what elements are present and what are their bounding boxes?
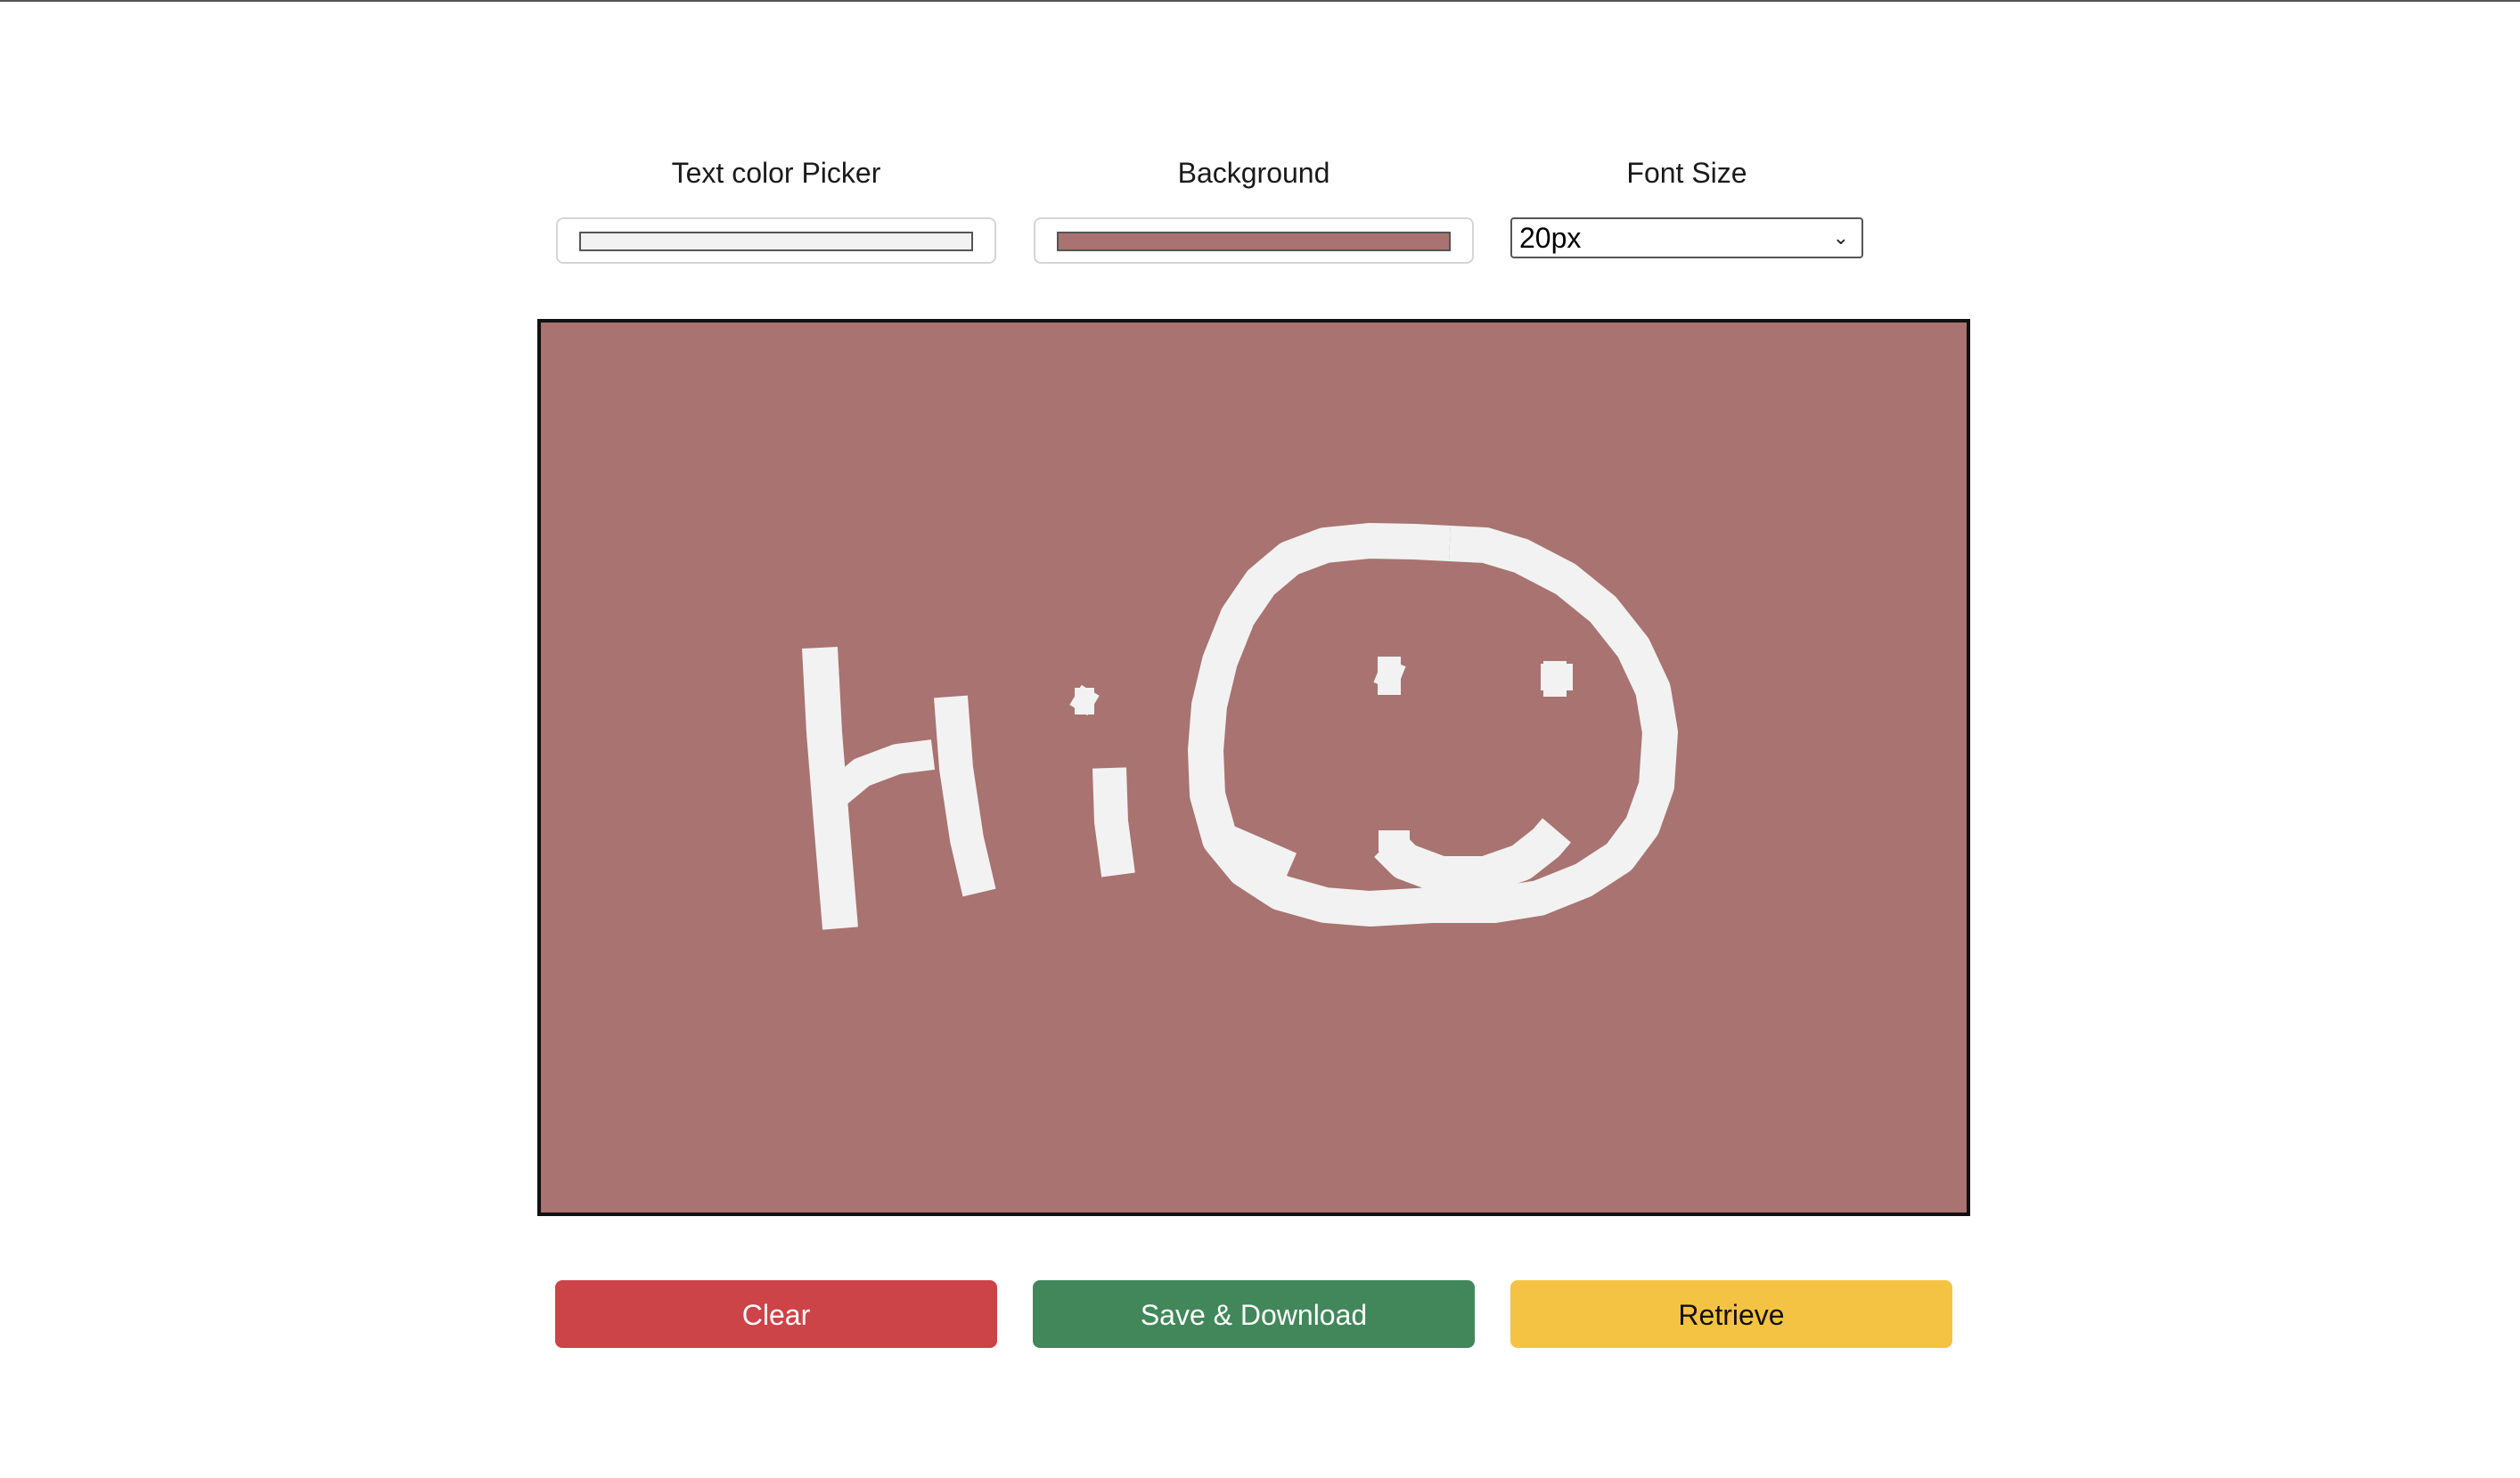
canvas-background [541,323,1967,1213]
save-download-button[interactable]: Save & Download [1033,1280,1475,1348]
text-color-swatch [579,232,973,251]
font-size-selected-value: 20px [1519,222,1582,254]
drawing-canvas[interactable] [537,319,1970,1216]
font-size-select[interactable]: 20px ⌄ [1510,217,1863,258]
text-color-label: Text color Picker [671,157,881,189]
text-color-picker[interactable] [556,217,996,264]
drawing-surface [541,323,1967,1213]
signature-app-page: Text color Picker Background Font Size 2… [0,0,2520,1478]
background-label: Background [1177,157,1330,189]
action-buttons: Clear Save & Download Retrieve [555,1280,1954,1350]
background-color-swatch [1057,232,1451,251]
window-top-border [0,0,2520,2]
background-color-picker[interactable] [1034,217,1474,264]
retrieve-button[interactable]: Retrieve [1510,1280,1952,1348]
text-color-control: Text color Picker [556,155,996,264]
chevron-down-icon: ⌄ [1832,226,1849,249]
stroke-i-stem [1092,767,1135,878]
background-control: Background [1034,155,1474,264]
clear-button[interactable]: Clear [555,1280,997,1348]
font-size-label: Font Size [1626,157,1747,189]
font-size-control: Font Size [1510,155,1863,191]
controls-row: Text color Picker Background Font Size 2… [556,155,1964,271]
